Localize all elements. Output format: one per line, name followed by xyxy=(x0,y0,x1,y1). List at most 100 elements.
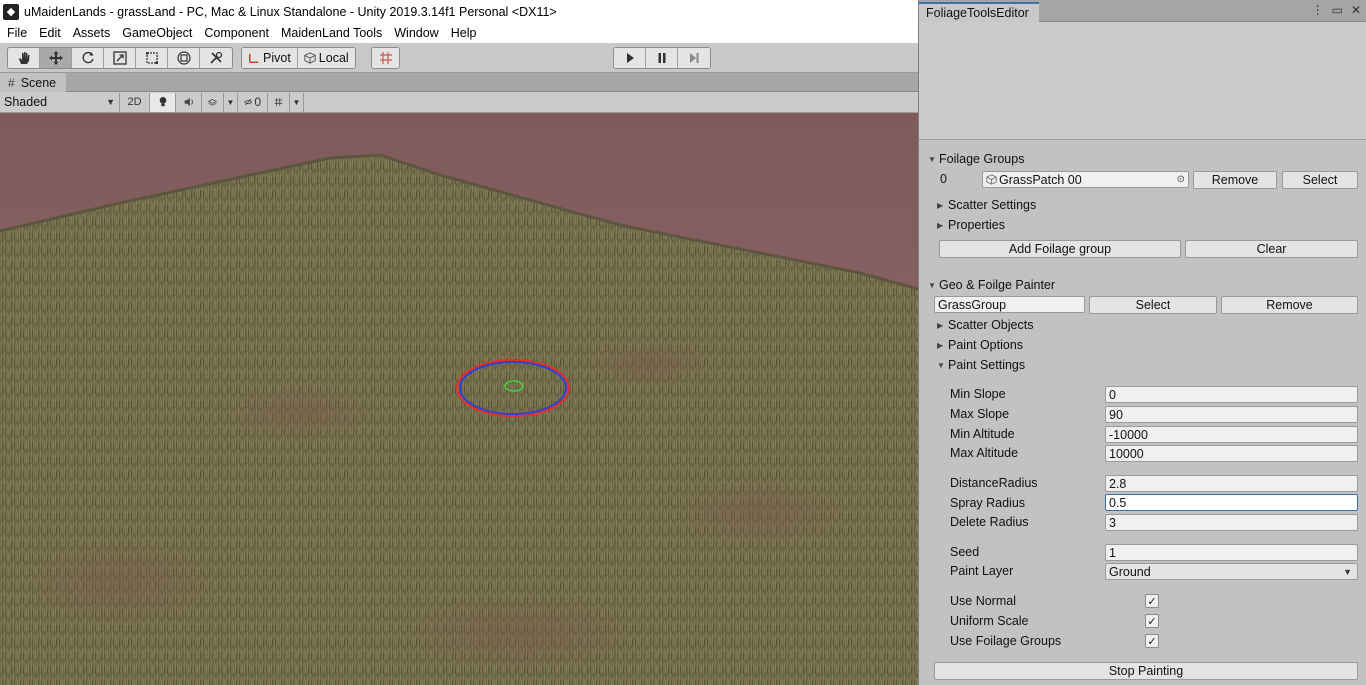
rotate-tool-button[interactable] xyxy=(72,48,104,68)
paint-options-foldout[interactable]: ▶ Paint Options xyxy=(937,335,1023,355)
pause-button[interactable] xyxy=(646,48,678,68)
properties-label: Properties xyxy=(948,218,1005,232)
prefab-cube-icon xyxy=(986,174,997,185)
menu-file[interactable]: File xyxy=(0,26,33,40)
uniform-scale-label: Uniform Scale xyxy=(950,614,1029,628)
seed-field[interactable]: 1 xyxy=(1105,544,1358,561)
min-altitude-field[interactable]: -10000 xyxy=(1105,426,1358,443)
menu-maidenland-tools[interactable]: MaidenLand Tools xyxy=(275,26,388,40)
tab-foliage-tools-editor[interactable]: FoliageToolsEditor xyxy=(919,2,1039,22)
step-button[interactable] xyxy=(678,48,710,68)
scene-tab-label: Scene xyxy=(20,75,57,90)
rotate-icon xyxy=(82,51,94,64)
maximize-icon[interactable]: ▭ xyxy=(1332,3,1343,17)
grass-patch-object-field[interactable]: GrassPatch 00 ⊙ xyxy=(982,171,1189,188)
expanded-triangle-icon: ▼ xyxy=(928,280,936,290)
scale-tool-button[interactable] xyxy=(104,48,136,68)
use-foilage-groups-checkbox[interactable]: ✓ xyxy=(1145,634,1159,648)
scatter-objects-label: Scatter Objects xyxy=(948,318,1034,332)
painter-foldout[interactable]: ▼ Geo & Foilge Painter xyxy=(928,275,1055,295)
transform-tool-button[interactable] xyxy=(168,48,200,68)
grid-dropdown[interactable]: ▼ xyxy=(290,92,304,112)
menu-component[interactable]: Component xyxy=(198,26,275,40)
add-foliage-group-button[interactable]: Add Foilage group xyxy=(939,240,1181,258)
remove-painter-group-button[interactable]: Remove xyxy=(1221,296,1358,314)
more-options-icon[interactable]: ⋮ xyxy=(1312,3,1324,17)
local-toggle[interactable]: Local xyxy=(297,48,355,68)
step-icon xyxy=(690,53,699,63)
lighting-toggle[interactable] xyxy=(150,92,176,112)
remove-group-button[interactable]: Remove xyxy=(1193,171,1277,189)
distance-radius-value: 2.8 xyxy=(1109,476,1127,491)
max-altitude-label: Max Altitude xyxy=(950,446,1019,460)
move-icon xyxy=(48,51,63,65)
clear-label: Clear xyxy=(1256,242,1287,256)
effects-toggle[interactable] xyxy=(202,92,224,112)
scene-grid-icon: # xyxy=(8,75,15,90)
max-altitude-value: 10000 xyxy=(1109,446,1144,461)
play-icon xyxy=(626,53,634,63)
use-normal-checkbox[interactable]: ✓ xyxy=(1145,594,1159,608)
min-slope-label: Min Slope xyxy=(950,387,1006,401)
custom-tool-button[interactable] xyxy=(200,48,232,68)
toggle-2d-button[interactable]: 2D xyxy=(120,92,150,112)
foliage-groups-foldout[interactable]: ▼ Foilage Groups xyxy=(928,149,1024,169)
layers-effects-icon xyxy=(208,98,217,106)
remove-label: Remove xyxy=(1211,173,1259,187)
chevron-down-icon: ▼ xyxy=(1343,566,1352,577)
move-tool-button[interactable] xyxy=(40,48,72,68)
properties-foldout[interactable]: ▶ Properties xyxy=(937,215,1005,235)
menu-help[interactable]: Help xyxy=(445,26,483,40)
scatter-settings-foldout[interactable]: ▶ Scatter Settings xyxy=(937,195,1036,215)
paint-settings-foldout[interactable]: ▼ Paint Settings xyxy=(937,355,1025,375)
rect-tool-button[interactable] xyxy=(136,48,168,68)
max-slope-field[interactable]: 90 xyxy=(1105,406,1358,423)
distance-radius-field[interactable]: 2.8 xyxy=(1105,475,1358,492)
eye-hidden-icon xyxy=(244,98,253,106)
shading-mode-dropdown[interactable]: Shaded ▼ xyxy=(0,92,120,112)
paint-layer-label: Paint Layer xyxy=(950,564,1014,578)
delete-radius-value: 3 xyxy=(1109,515,1116,530)
select-painter-group-button[interactable]: Select xyxy=(1089,296,1217,314)
close-icon[interactable]: ✕ xyxy=(1351,3,1361,17)
menu-gameobject[interactable]: GameObject xyxy=(116,26,198,40)
min-slope-value: 0 xyxy=(1109,387,1116,402)
stop-painting-button[interactable]: Stop Painting xyxy=(934,662,1358,680)
delete-radius-label: Delete Radius xyxy=(950,515,1029,529)
rect-icon xyxy=(145,52,158,64)
menu-bar: File Edit Assets GameObject Component Ma… xyxy=(0,23,918,43)
menu-window[interactable]: Window xyxy=(388,26,444,40)
object-picker-icon[interactable]: ⊙ xyxy=(1177,174,1185,185)
panel-tab-label: FoliageToolsEditor xyxy=(926,6,1029,20)
play-button[interactable] xyxy=(614,48,646,68)
hand-tool-button[interactable] xyxy=(8,48,40,68)
panel-tab-bar: FoliageToolsEditor ⋮ ▭ ✕ xyxy=(919,0,1366,22)
menu-edit[interactable]: Edit xyxy=(33,26,67,40)
audio-toggle[interactable] xyxy=(176,92,202,112)
paint-options-label: Paint Options xyxy=(948,338,1024,352)
hidden-objects-toggle[interactable]: 0 xyxy=(238,92,268,112)
scatter-objects-foldout[interactable]: ▶ Scatter Objects xyxy=(937,315,1033,335)
dirt-patch xyxy=(680,483,840,543)
menu-assets[interactable]: Assets xyxy=(67,26,117,40)
add-group-label: Add Foilage group xyxy=(1008,242,1112,256)
scene-viewport[interactable] xyxy=(0,113,918,685)
clear-groups-button[interactable]: Clear xyxy=(1185,240,1358,258)
select-group-button[interactable]: Select xyxy=(1282,171,1358,189)
paint-layer-dropdown[interactable]: Ground ▼ xyxy=(1105,563,1358,580)
pivot-toggle[interactable]: Pivot xyxy=(242,48,298,68)
uniform-scale-checkbox[interactable]: ✓ xyxy=(1145,614,1159,628)
tools-icon xyxy=(210,51,223,64)
max-altitude-field[interactable]: 10000 xyxy=(1105,445,1358,462)
object-name: GrassPatch 00 xyxy=(999,172,1082,187)
grid-snap-button[interactable] xyxy=(372,48,399,68)
dirt-patch xyxy=(30,543,210,623)
select-label: Select xyxy=(1302,173,1338,187)
tab-scene[interactable]: # Scene xyxy=(0,73,67,92)
grid-visibility-toggle[interactable] xyxy=(268,92,290,112)
spray-radius-field[interactable]: 0.5 xyxy=(1105,494,1358,511)
min-slope-field[interactable]: 0 xyxy=(1105,386,1358,403)
effects-dropdown[interactable]: ▼ xyxy=(224,92,238,112)
delete-radius-field[interactable]: 3 xyxy=(1105,514,1358,531)
group-name-field[interactable]: GrassGroup xyxy=(934,296,1085,313)
